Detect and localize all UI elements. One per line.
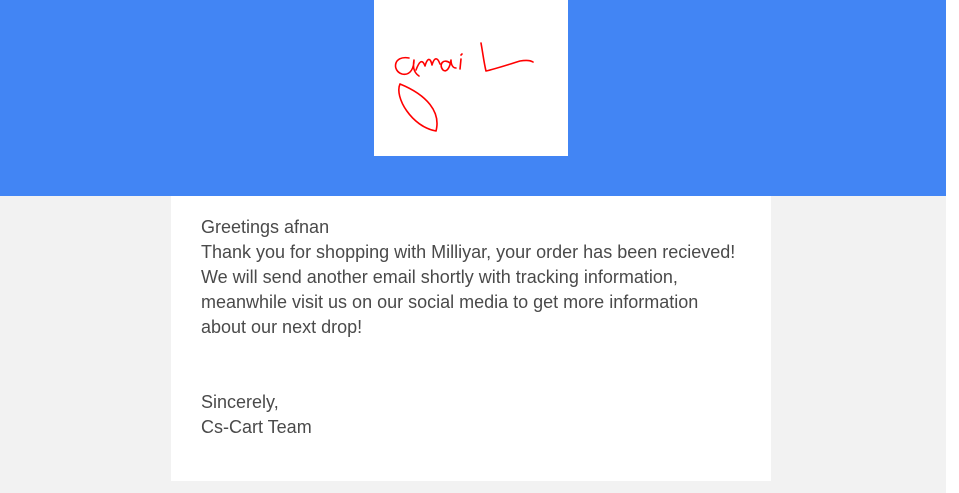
message-line: We will send another email shortly with … <box>201 267 678 287</box>
email-message: Greetings afnan Thank you for shopping w… <box>201 215 761 440</box>
closing: Sincerely, <box>201 392 279 412</box>
handwritten-gmail-logo <box>394 42 534 132</box>
message-line: Thank you for shopping with Milliyar, yo… <box>201 242 736 262</box>
email-page: Greetings afnan Thank you for shopping w… <box>0 0 959 493</box>
message-line: meanwhile visit us on our social media t… <box>201 292 699 312</box>
signature: Cs-Cart Team <box>201 417 312 437</box>
email-logo <box>374 0 568 156</box>
message-line: about our next drop! <box>201 317 363 337</box>
greeting: Greetings afnan <box>201 217 330 237</box>
